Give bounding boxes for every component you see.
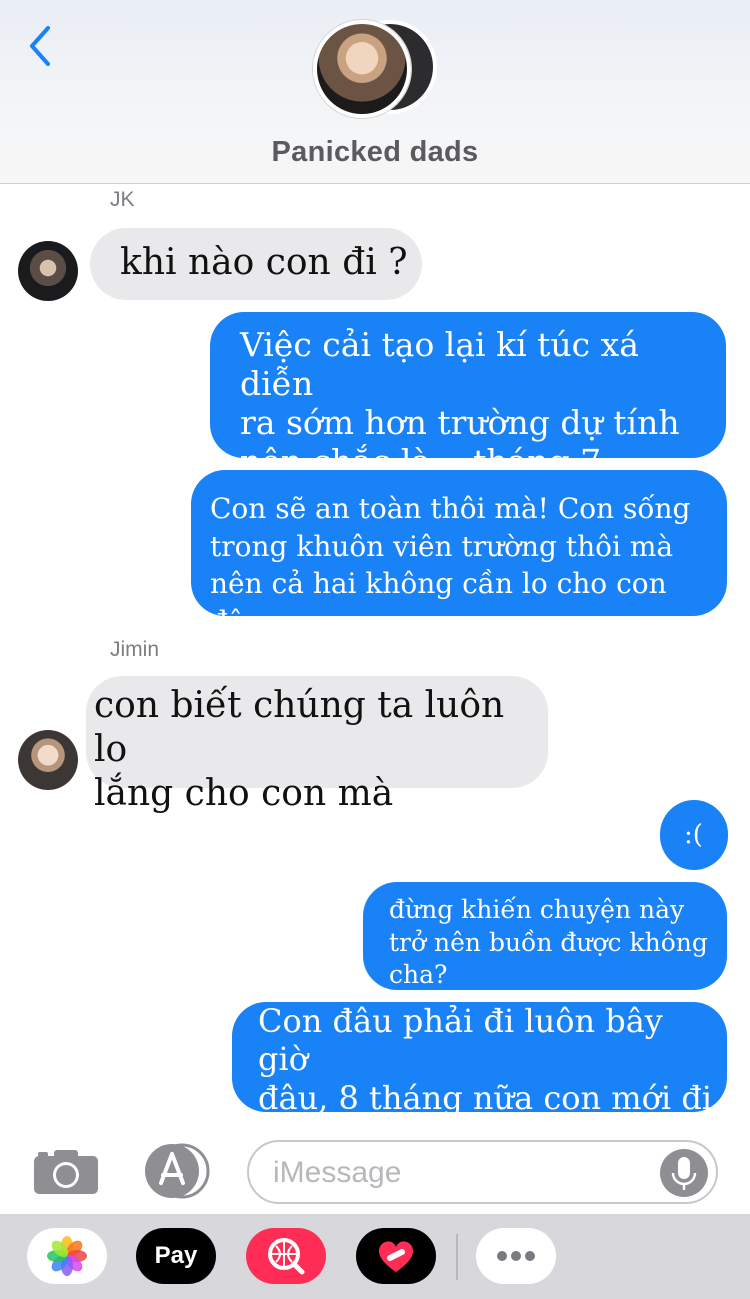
- message-text: :(: [684, 820, 703, 850]
- photos-icon[interactable]: [27, 1228, 107, 1284]
- more-icon[interactable]: [476, 1228, 556, 1284]
- message-bubble-outgoing[interactable]: đừng khiến chuyện này trở nên buồn được …: [363, 882, 727, 990]
- message-text: Việc cải tạo lại kí túc xá diễn ra sớm h…: [240, 325, 680, 481]
- tray-divider: [456, 1234, 458, 1280]
- message-text: khi nào con đi ?: [120, 242, 408, 283]
- message-bubble-outgoing[interactable]: Con đâu phải đi luôn bây giờ đâu, 8 thán…: [232, 1002, 727, 1155]
- avatar-jk[interactable]: [18, 241, 78, 301]
- message-bubble-incoming[interactable]: con biết chúng ta luôn lo lắng cho con m…: [86, 676, 548, 814]
- microphone-icon[interactable]: [660, 1149, 708, 1197]
- group-avatar[interactable]: [313, 20, 439, 120]
- image-search-icon[interactable]: [246, 1228, 326, 1284]
- message-input[interactable]: [273, 1154, 663, 1192]
- apple-pay-label: Pay: [154, 1242, 198, 1269]
- sender-label-jk: JK: [110, 188, 135, 211]
- avatar-jimin[interactable]: [18, 730, 78, 790]
- app-store-icon[interactable]: [140, 1143, 212, 1199]
- group-name[interactable]: Panicked dads: [0, 136, 750, 169]
- conversation-header: Panicked dads: [0, 0, 750, 184]
- message-text: đừng khiến chuyện này trở nên buồn được …: [389, 895, 708, 989]
- apple-pay-button[interactable]: Pay: [136, 1228, 216, 1284]
- message-text: con biết chúng ta luôn lo lắng cho con m…: [94, 685, 505, 814]
- message-bubble-outgoing[interactable]: :(: [660, 800, 728, 870]
- message-bubble-outgoing[interactable]: Con sẽ an toàn thôi mà! Con sống trong k…: [191, 470, 727, 638]
- sender-label-jimin: Jimin: [110, 638, 160, 661]
- message-input-container[interactable]: [247, 1140, 718, 1204]
- message-text: Con đâu phải đi luôn bây giờ đâu, 8 thán…: [258, 1002, 713, 1156]
- digital-touch-icon[interactable]: [356, 1228, 436, 1284]
- camera-icon[interactable]: [32, 1148, 100, 1196]
- message-text: Con sẽ an toàn thôi mà! Con sống trong k…: [210, 492, 691, 638]
- app-drawer: Pay: [0, 1214, 750, 1299]
- message-bubble-incoming[interactable]: khi nào con đi ?: [90, 228, 422, 300]
- member-avatar-primary: [313, 20, 411, 118]
- message-bubble-outgoing[interactable]: Việc cải tạo lại kí túc xá diễn ra sớm h…: [210, 312, 726, 481]
- back-icon[interactable]: [24, 22, 60, 72]
